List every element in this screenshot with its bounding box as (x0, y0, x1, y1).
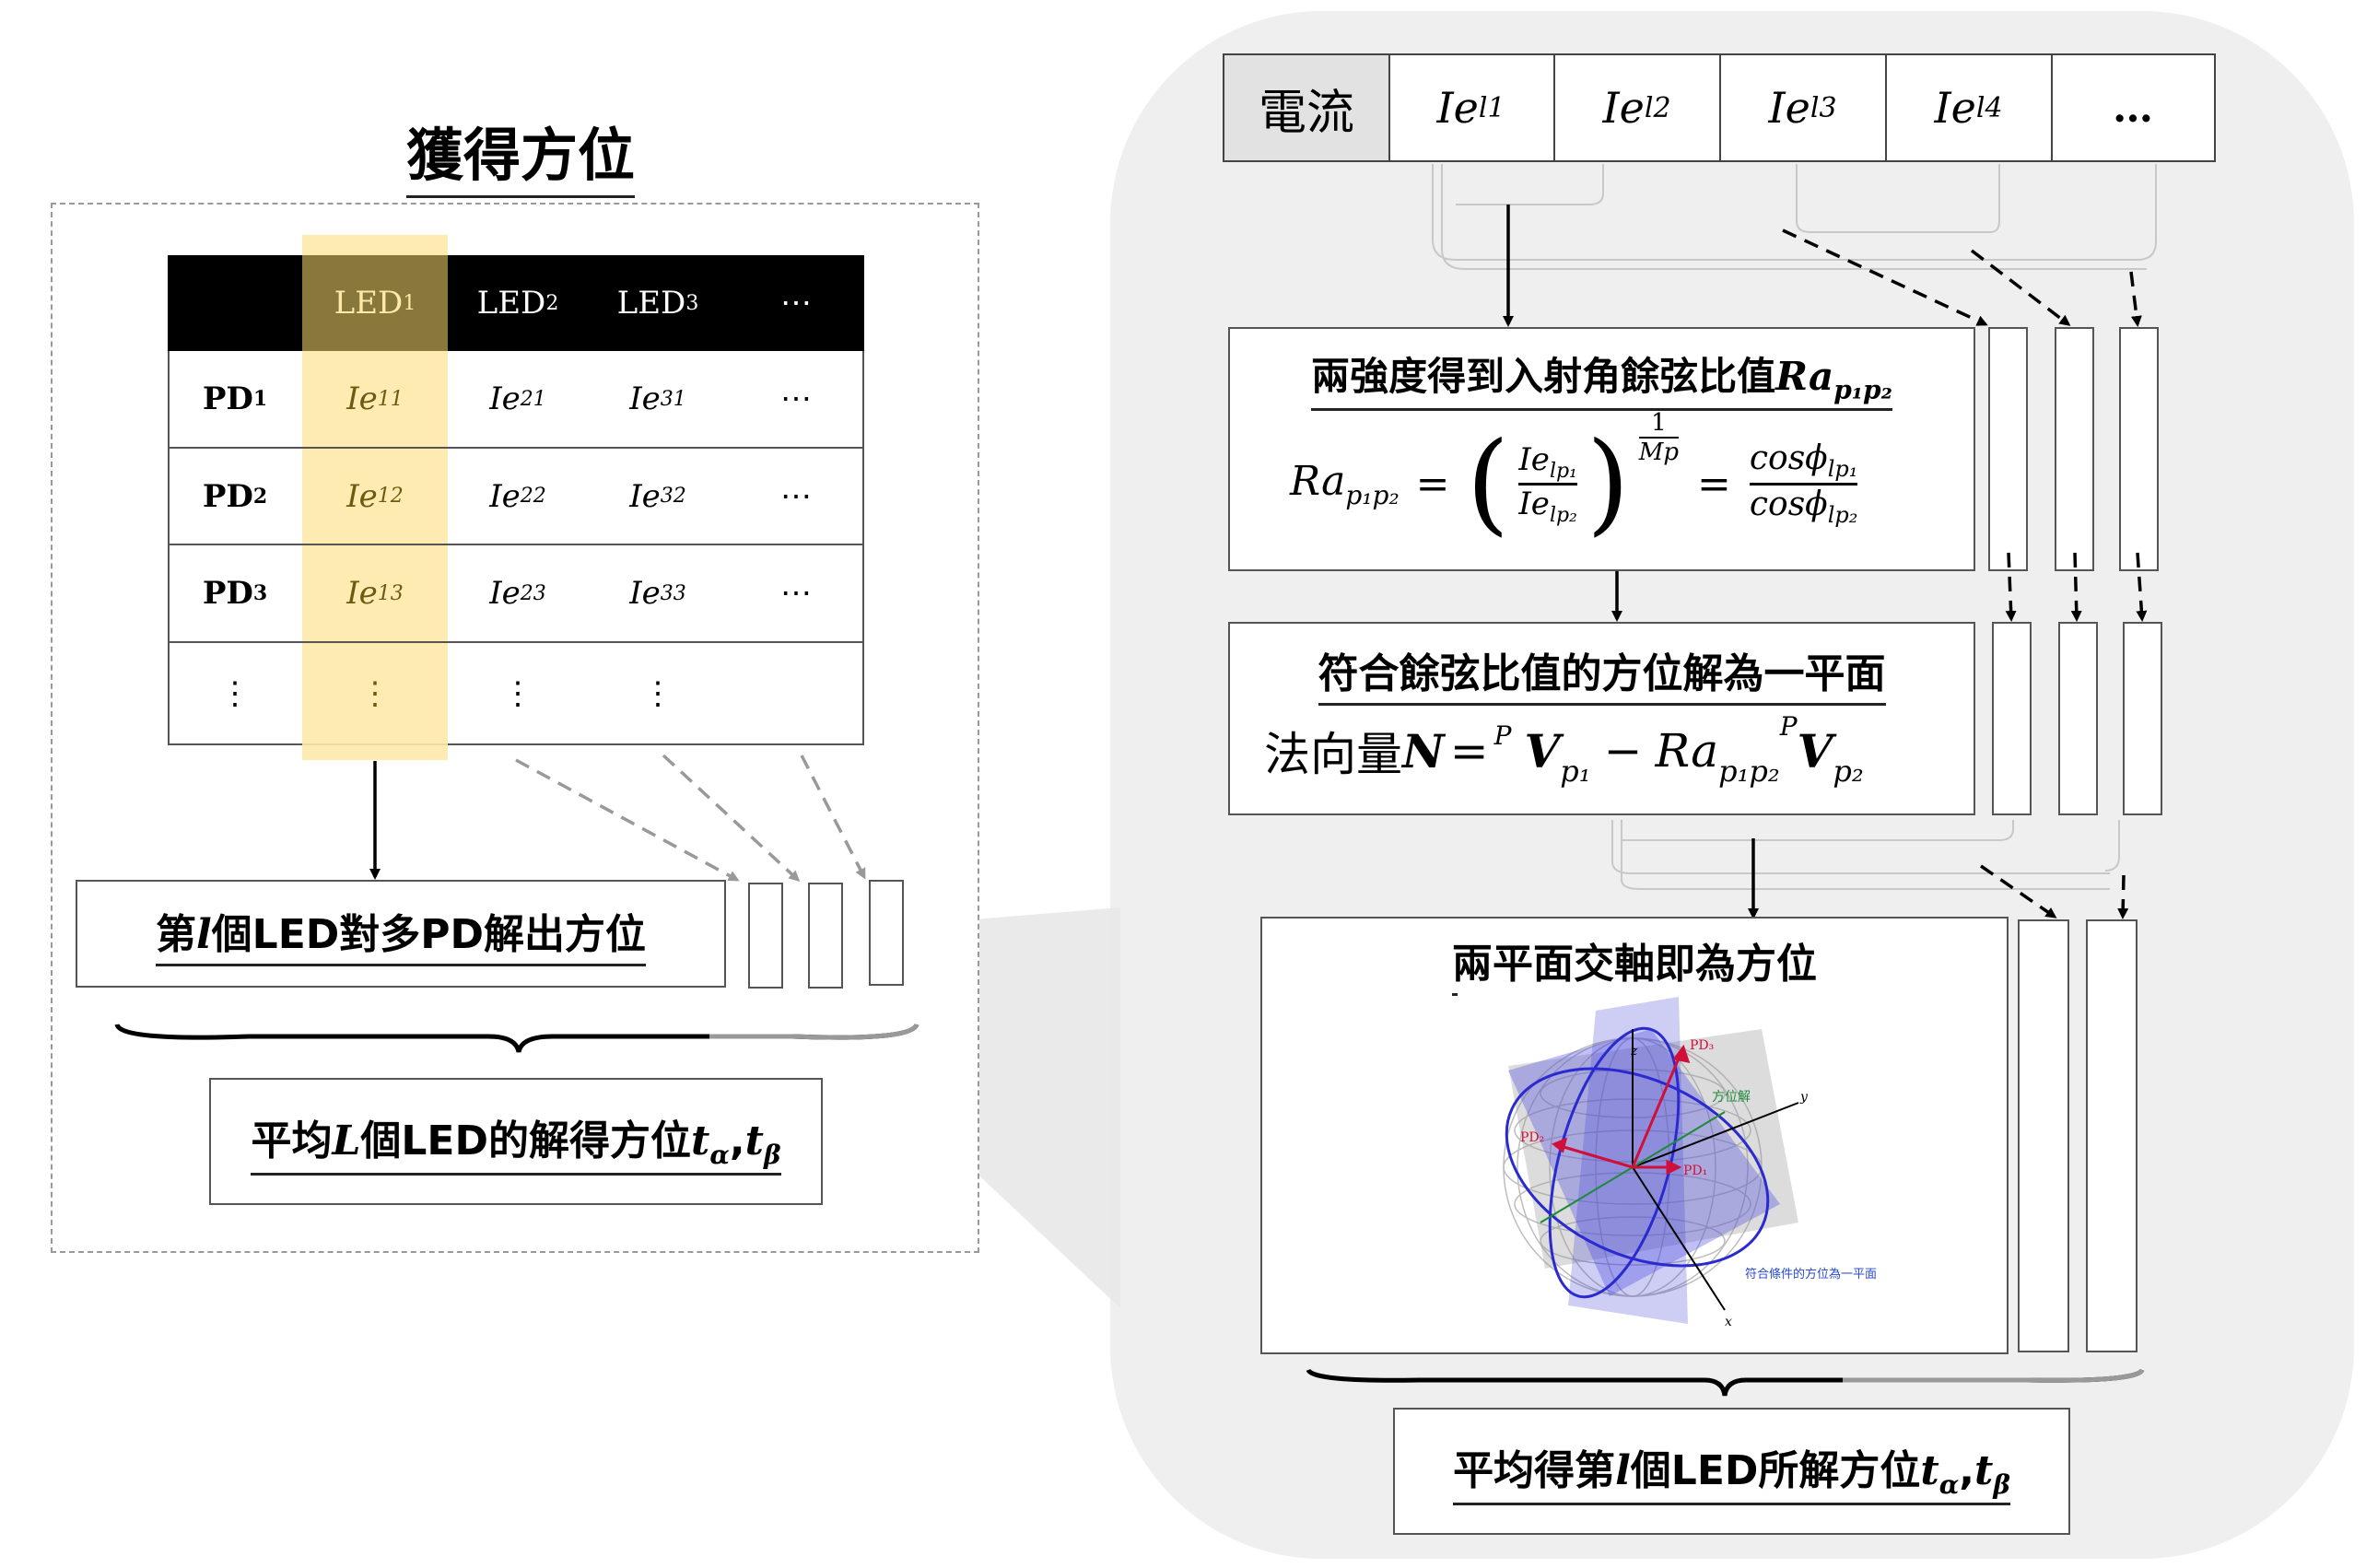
label-pd2: PD₂ (1520, 1130, 1544, 1145)
label-pd1: PD₁ (1683, 1164, 1707, 1178)
axis-intersection-title: 兩平面交軸即為方位 (1267, 930, 2002, 996)
right-average-box: 平均得第l個LED所解方位tα,tβ (1393, 1408, 2070, 1535)
right-connectors (1306, 164, 2157, 1397)
cos-ratio-title: 兩強度得到入射角餘弦比值Rap₁p₂ (1235, 345, 1969, 412)
orientation-3d-figure: PD₃ PD₂ PD₁ 方位解 符合條件的方位為一平面 z y x (1458, 992, 1898, 1335)
label-axis-z: z (1630, 1044, 1638, 1059)
label-axis-y: y (1799, 1090, 1809, 1105)
label-plane-note: 符合條件的方位為一平面 (1745, 1267, 1877, 1281)
cos-ratio-equation: Rap₁p₂ = ( Ielp₁ Ielp₂ ) 1 Mp = cosϕlp₁ … (1290, 409, 1858, 547)
label-axis-x: x (1725, 1315, 1732, 1329)
sphere-plot: PD₃ PD₂ PD₁ 方位解 符合條件的方位為一平面 z y x (1503, 997, 1877, 1329)
label-pd3: PD₃ (1690, 1038, 1714, 1053)
plane-normal-equation: 法向量 N = P V p₁ − Ra p₁p₂ P V p₂ (1264, 711, 1864, 789)
label-solution: 方位解 (1712, 1090, 1751, 1105)
plane-normal-title: 符合餘弦比值的方位解為一平面 (1235, 640, 1969, 706)
